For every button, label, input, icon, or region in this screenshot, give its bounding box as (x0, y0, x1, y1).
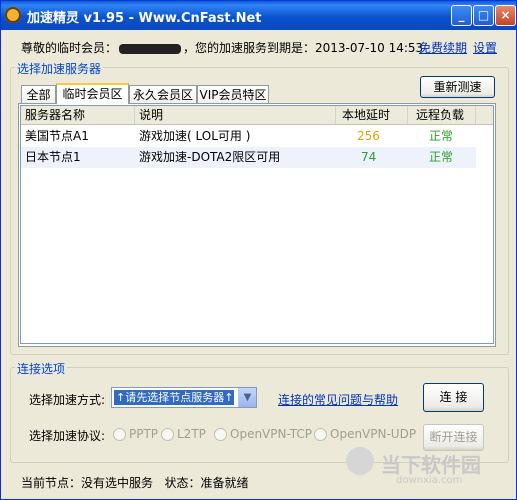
radio-icon (214, 428, 227, 441)
tab-permanent-member[interactable]: 永久会员区 (129, 85, 197, 103)
radio-openvpn-udp-label: OpenVPN-UDP (330, 427, 417, 441)
app-window: 加速精灵 v1.95 - Www.CnFast.Net _ □ × 尊敬的临时会… (0, 0, 517, 500)
chevron-down-icon[interactable]: ▼ (238, 388, 256, 407)
list-header: 服务器名称 说明 本地延时 远程负载 (21, 106, 493, 125)
row-desc: 游戏加速-DOTA2限区可用 (139, 150, 281, 164)
maximize-button[interactable]: □ (473, 5, 494, 26)
radio-l2tp[interactable]: L2TP (161, 427, 206, 441)
tab-temp-member[interactable]: 临时会员区 (56, 83, 129, 104)
title-bar[interactable]: 加速精灵 v1.95 - Www.CnFast.Net _ □ × (1, 1, 516, 30)
column-header-load[interactable]: 远程负载 (408, 106, 476, 124)
connect-button[interactable]: 连 接 (423, 383, 484, 412)
renew-link[interactable]: 免费续期 (419, 39, 467, 56)
member-prefix: 尊敬的临时会员： (21, 41, 118, 55)
app-logo-icon (5, 7, 21, 23)
membership-info: 尊敬的临时会员： ，您的加速服务到期是：2013-07-10 14:53 (21, 39, 423, 56)
help-link[interactable]: 连接的常见问题与帮助 (278, 391, 398, 408)
settings-link[interactable]: 设置 (473, 39, 497, 56)
window-title: 加速精灵 v1.95 - Www.CnFast.Net (27, 11, 262, 26)
close-button[interactable]: × (495, 5, 516, 26)
method-select[interactable]: ↑请先选择节点服务器↑ ▼ (111, 387, 257, 408)
minimize-button[interactable]: _ (451, 5, 472, 26)
radio-openvpn-tcp-label: OpenVPN-TCP (230, 427, 312, 441)
row-desc: 游戏加速( LOL可用 ) (139, 129, 251, 143)
disconnect-button[interactable]: 断开连接 (423, 424, 484, 451)
table-row[interactable]: 日本节点1 游戏加速-DOTA2限区可用 74 正常 (21, 147, 476, 168)
radio-pptp-label: PPTP (129, 427, 159, 441)
radio-l2tp-label: L2TP (177, 427, 206, 441)
masked-username (119, 43, 182, 54)
protocol-label: 选择加速协议: (29, 429, 106, 443)
radio-openvpn-tcp[interactable]: OpenVPN-TCP (214, 427, 312, 441)
row-latency: 74 (361, 150, 377, 164)
radio-icon (161, 428, 174, 441)
radio-icon (314, 428, 327, 441)
state-label: 状态： (164, 476, 201, 490)
current-node-value: 没有选中服务 (81, 476, 154, 490)
state-value: 准备就绪 (200, 476, 249, 490)
radio-icon (113, 428, 126, 441)
row-server-name: 美国节点A1 (25, 129, 89, 143)
radio-openvpn-udp[interactable]: OpenVPN-UDP (314, 427, 416, 441)
server-list[interactable]: 服务器名称 说明 本地延时 远程负载 美国节点A1 游戏加速( LOL可用 ) … (20, 105, 494, 344)
status-bar: 当前节点：没有选中服务 状态：准备就绪 (21, 474, 249, 491)
column-header-desc[interactable]: 说明 (135, 106, 336, 124)
row-latency: 256 (357, 129, 380, 143)
tab-all[interactable]: 全部 (21, 85, 56, 103)
method-label: 选择加速方式: (29, 393, 106, 407)
watermark-text: 当下软件园 (381, 453, 481, 477)
watermark-logo-icon (346, 447, 374, 475)
tab-vip[interactable]: VIP会员特区 (197, 85, 269, 103)
connect-group-title: 连接选项 (15, 360, 68, 377)
server-group-title: 选择加速服务器 (15, 60, 104, 77)
row-server-name: 日本节点1 (25, 150, 81, 164)
column-header-latency[interactable]: 本地延时 (336, 106, 408, 124)
expiry-text: ，您的加速服务到期是：2013-07-10 14:53 (183, 41, 424, 55)
column-header-name[interactable]: 服务器名称 (21, 106, 135, 124)
refresh-button[interactable]: 重新测速 (420, 76, 495, 98)
radio-pptp[interactable]: PPTP (113, 427, 158, 441)
row-load: 正常 (429, 150, 454, 164)
current-node-label: 当前节点： (21, 476, 82, 490)
table-row[interactable]: 美国节点A1 游戏加速( LOL可用 ) 256 正常 (21, 126, 476, 147)
method-select-value: ↑请先选择节点服务器↑ (114, 390, 234, 405)
row-load: 正常 (429, 129, 454, 143)
watermark-subtext: downxia.com (396, 475, 463, 486)
